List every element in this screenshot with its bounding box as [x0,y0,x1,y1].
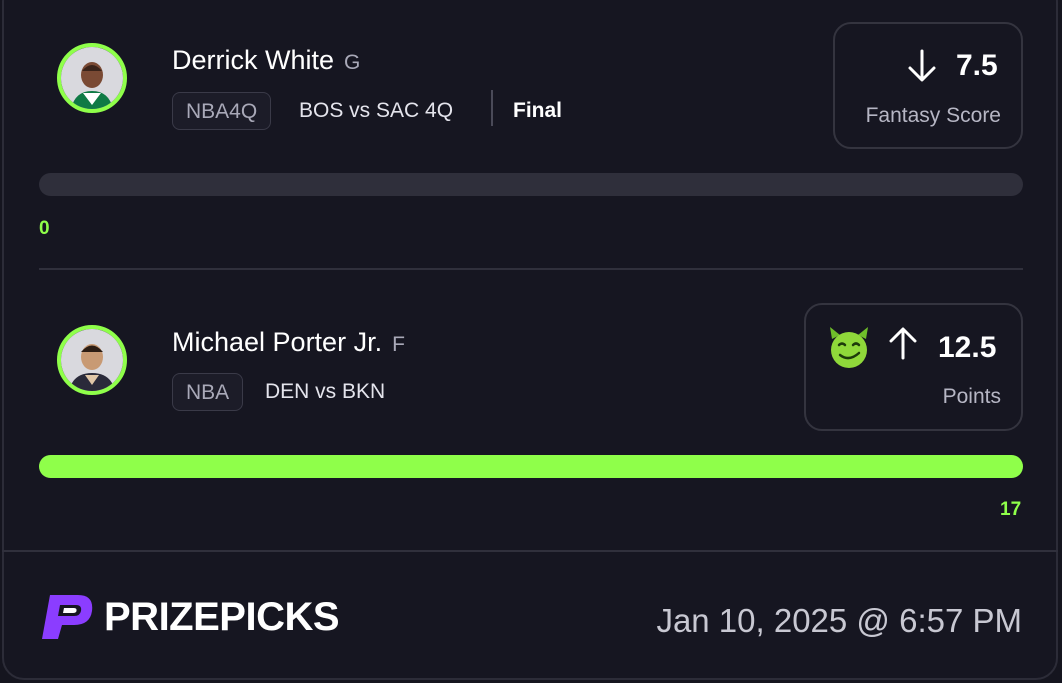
player-position: G [344,51,361,74]
green-devil-emoji-icon [830,327,868,368]
progress-value: 17 [1000,499,1022,520]
projection-stat: Points [942,385,1001,408]
arrow-down-icon [908,49,936,82]
row-divider [39,268,1023,270]
progress-fill [39,455,1023,478]
prizepicks-logo-icon [42,595,93,639]
matchup-text: DEN vs BKN [265,380,386,403]
arrow-up-icon [889,327,917,360]
player-name: Derrick White G [172,45,360,76]
divider [491,90,493,126]
player-photo-icon [61,329,123,391]
footer-divider [2,550,1058,552]
player-position: F [392,333,405,356]
league-badge: NBA4Q [172,92,272,130]
player-avatar [57,325,127,395]
player-avatar [57,43,127,113]
brand-name: PRIZEPICKS [104,595,340,639]
projection-box[interactable]: 12.5 Points [804,303,1023,431]
player-photo-icon [61,47,123,109]
progress-bar [39,455,1023,478]
progress-value: 0 [39,218,50,239]
projection-box[interactable]: 7.5 Fantasy Score [833,22,1023,149]
player-name: Michael Porter Jr. F [172,327,405,358]
timestamp: Jan 10, 2025 @ 6:57 PM [656,602,1022,639]
game-status: Final [513,99,563,122]
matchup-text: BOS vs SAC 4Q [299,99,454,122]
league-badge: NBA [172,373,244,411]
projection-line: 7.5 [956,49,998,82]
player-name-text: Michael Porter Jr. [172,327,383,357]
player-name-text: Derrick White [172,45,335,75]
projection-stat: Fantasy Score [865,104,1001,127]
projection-line: 12.5 [938,331,997,364]
progress-bar [39,173,1023,196]
